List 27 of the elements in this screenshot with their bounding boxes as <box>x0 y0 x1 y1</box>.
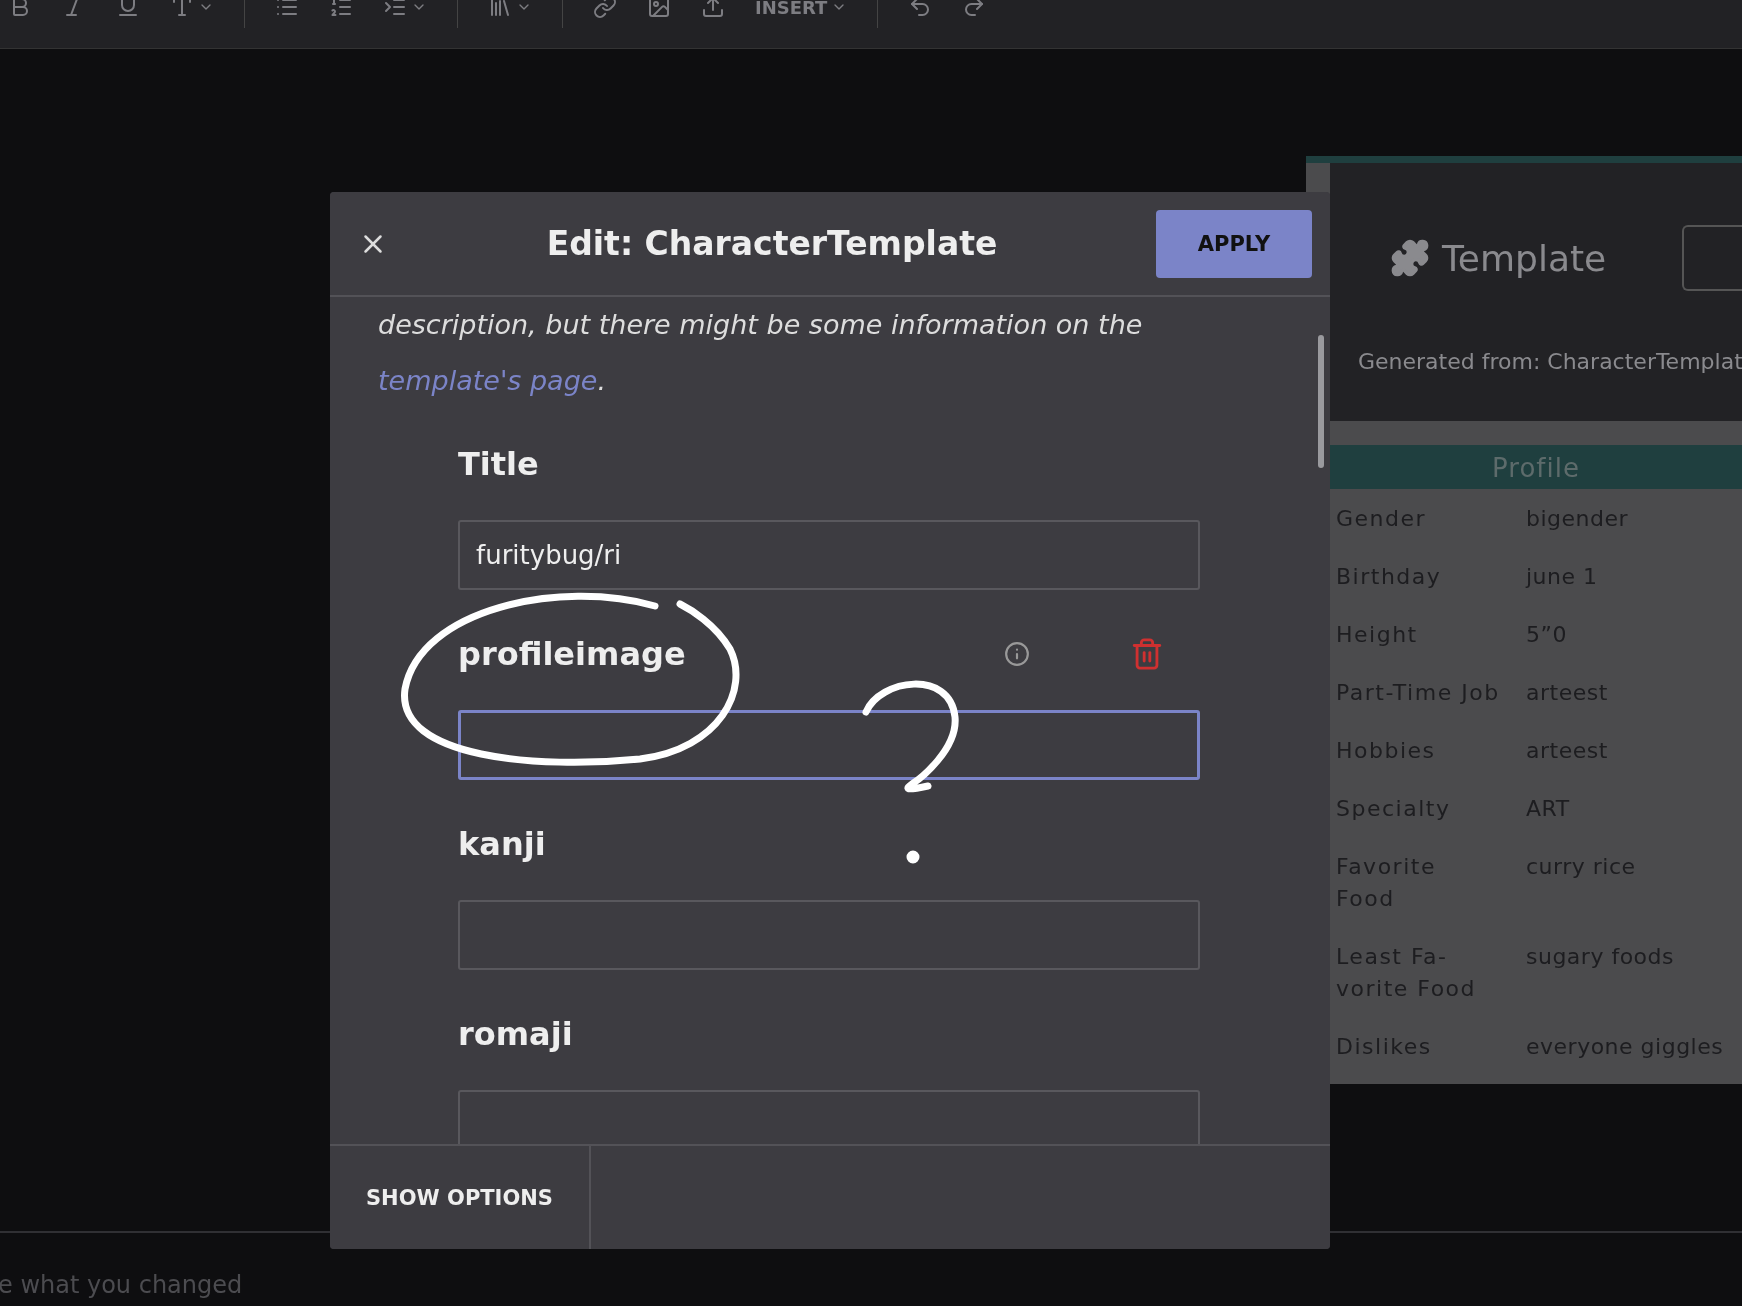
field-label: Title <box>458 445 539 483</box>
field-label: romaji <box>458 1015 573 1053</box>
popup-title: Template <box>1442 237 1607 279</box>
template-page-link[interactable]: template's page <box>378 365 598 396</box>
input-field[interactable] <box>458 1090 1200 1144</box>
scrollbar-thumb[interactable] <box>1318 335 1324 468</box>
template-icon <box>488 0 512 19</box>
edit-summary-field[interactable]: e what you changed <box>0 1270 596 1300</box>
link-icon[interactable] <box>593 0 617 20</box>
popup-button[interactable] <box>1682 225 1742 291</box>
delete-icon[interactable] <box>1130 637 1164 671</box>
field-label: kanji <box>458 825 546 863</box>
info-icon[interactable] <box>1004 641 1030 667</box>
description-text: description, but there might be some information on the template's page. <box>378 308 1144 398</box>
apply-button[interactable]: APPLY <box>1156 209 1312 278</box>
show-options-button[interactable]: SHOW OPTIONS <box>330 1146 591 1249</box>
dialog-title: Edit: CharacterTemplate <box>545 224 999 263</box>
insert-menu[interactable]: INSERT <box>755 0 848 20</box>
field-label: profileimage <box>458 635 686 673</box>
input-field[interactable] <box>458 900 1200 970</box>
generated-from-text: Generated from: CharacterTemplat <box>1358 349 1742 374</box>
input-field[interactable] <box>458 710 1200 780</box>
text-style-icon <box>170 0 194 19</box>
image-icon[interactable] <box>647 0 671 20</box>
upload-icon[interactable] <box>701 0 725 20</box>
input-field[interactable]: furitybug/ri <box>458 520 1200 590</box>
puzzle-icon <box>1390 238 1430 278</box>
